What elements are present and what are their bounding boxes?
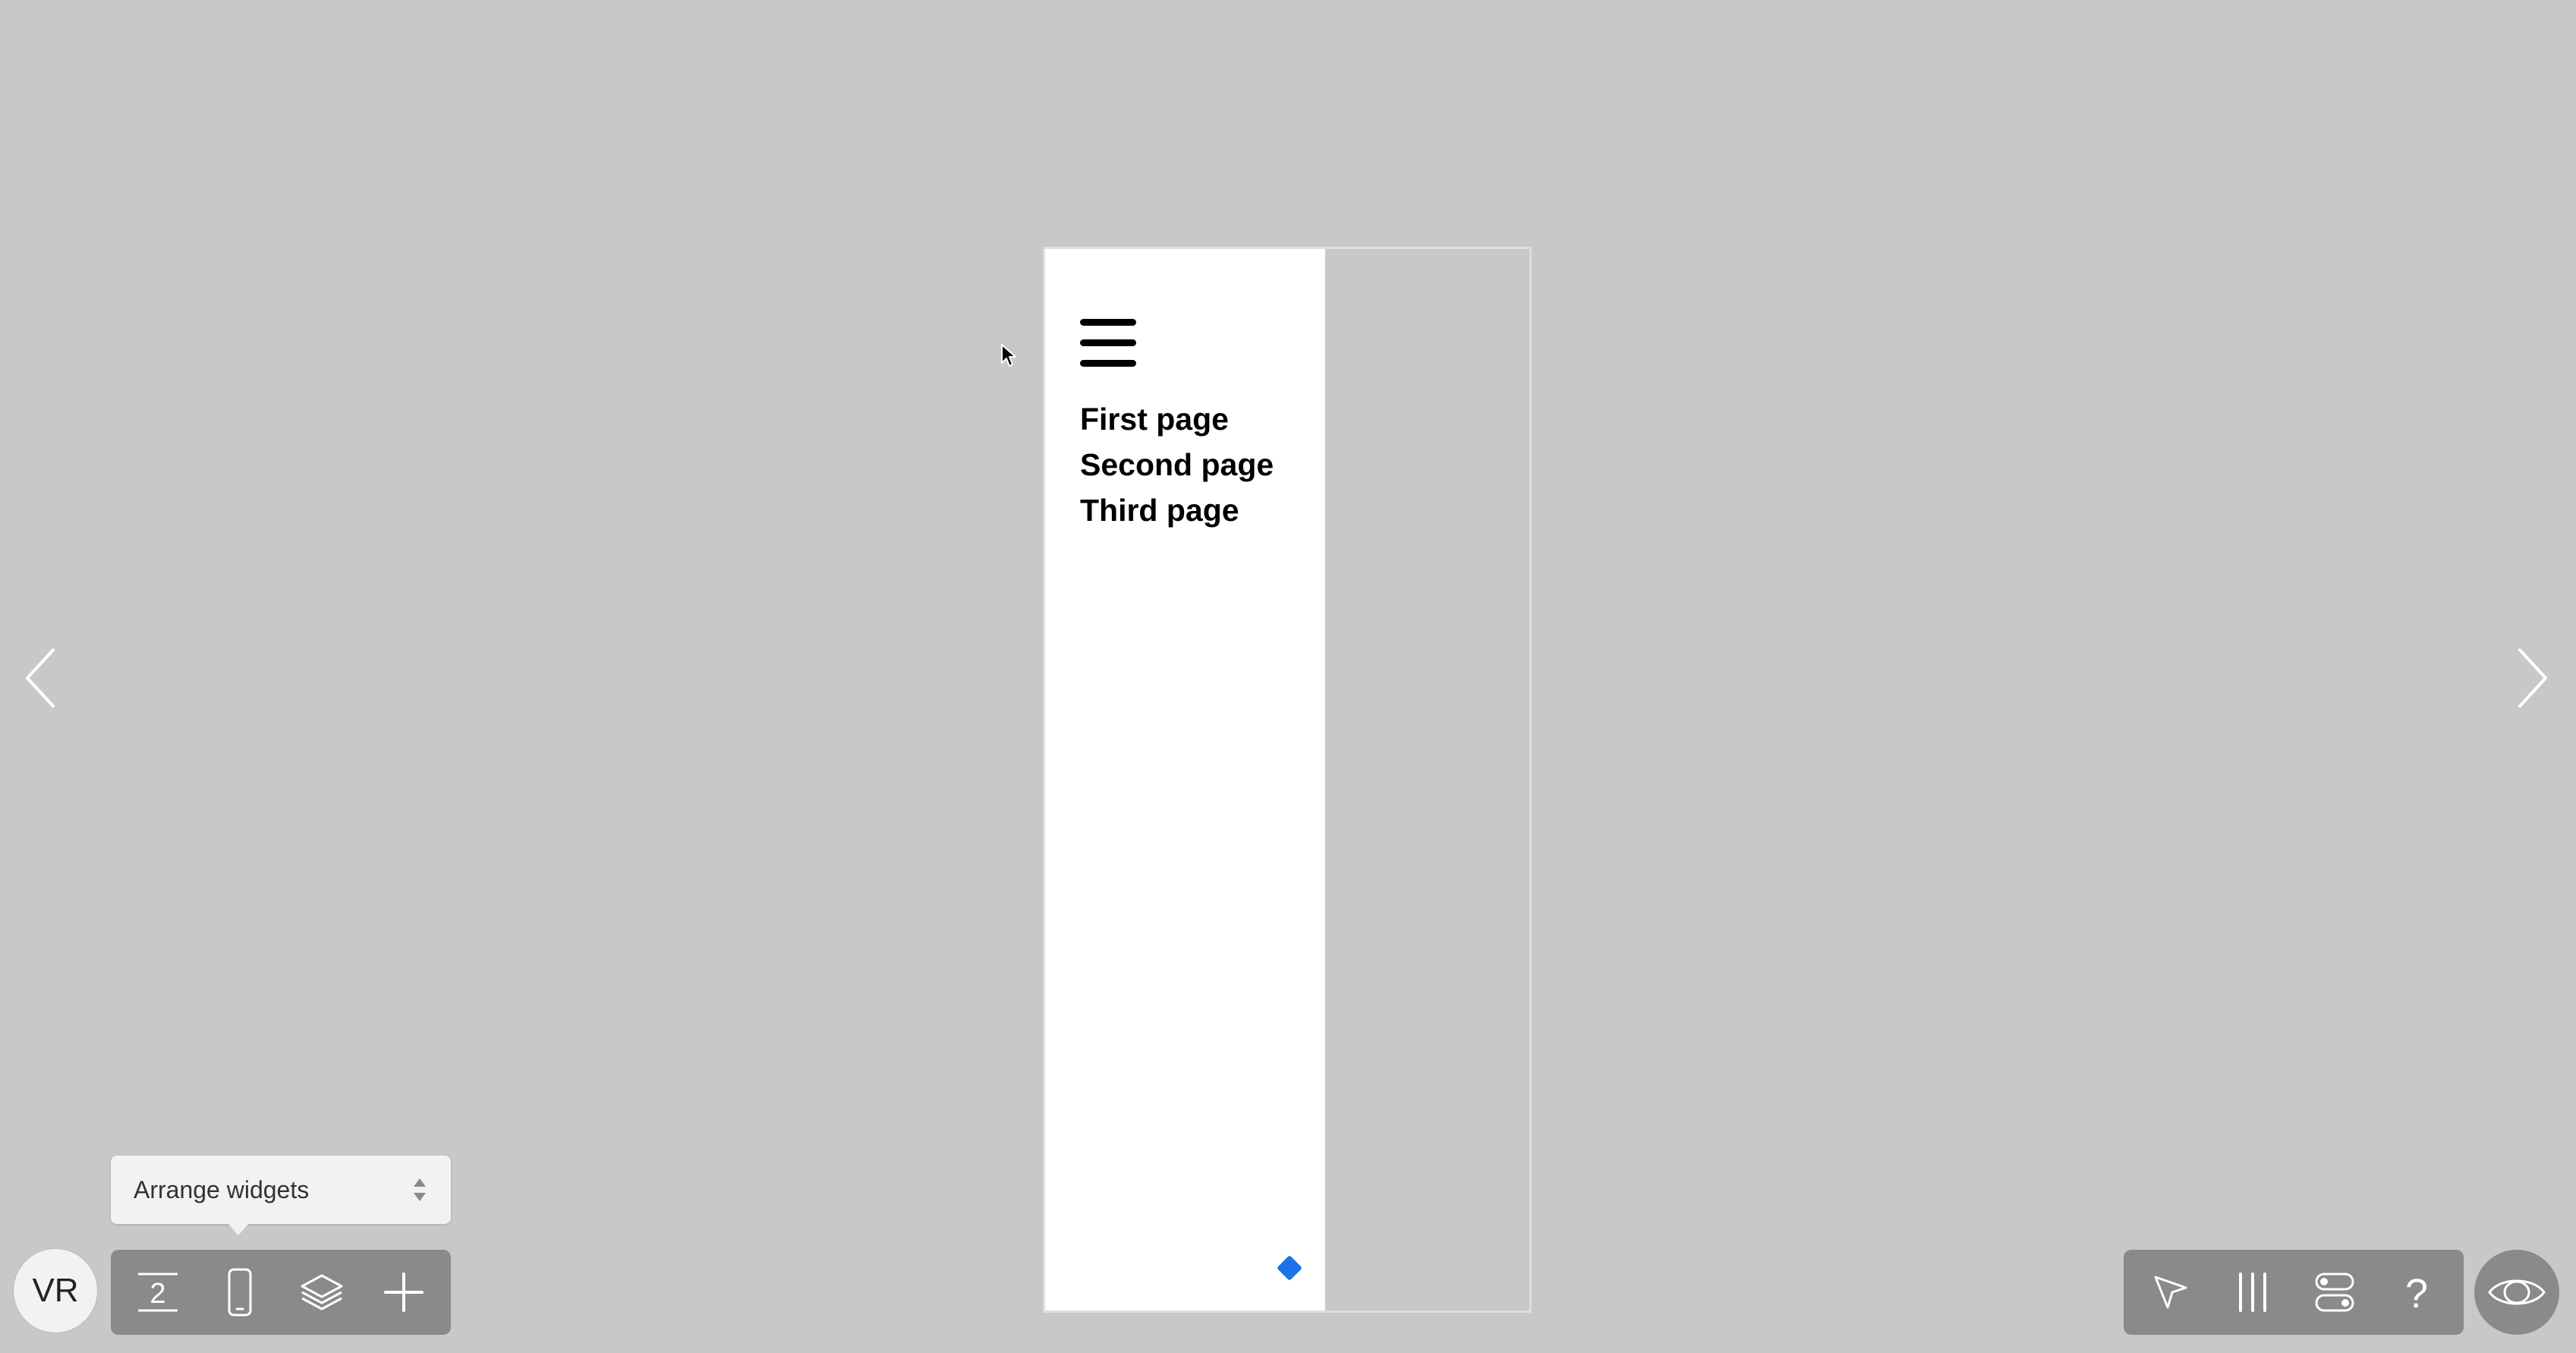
design-canvas[interactable]: First page Second page Third page Arrang… xyxy=(0,0,2576,1353)
layers-button[interactable] xyxy=(285,1256,358,1329)
toggles-icon xyxy=(2315,1273,2354,1312)
up-down-stepper-icon xyxy=(414,1178,426,1201)
columns-icon xyxy=(2239,1273,2266,1312)
preview-button[interactable] xyxy=(2474,1250,2559,1335)
drawer-menu-list: First page Second page Third page xyxy=(1080,396,1274,533)
menu-item-first-page[interactable]: First page xyxy=(1080,396,1274,442)
mouse-cursor-icon xyxy=(1001,344,1016,367)
chevron-left-icon xyxy=(26,648,55,708)
layers-icon xyxy=(301,1274,343,1310)
eye-icon xyxy=(2488,1279,2546,1305)
phone-device-icon xyxy=(228,1268,252,1317)
add-widget-button[interactable] xyxy=(367,1256,440,1329)
help-button[interactable]: ? xyxy=(2380,1256,2453,1329)
page-count-number: 2 xyxy=(150,1278,165,1310)
add-icon xyxy=(384,1273,424,1312)
chevron-right-icon xyxy=(2518,648,2547,708)
widget-anchor-handle[interactable] xyxy=(1277,1255,1302,1281)
popover-pointer xyxy=(228,1223,249,1235)
user-avatar[interactable]: VR xyxy=(14,1249,97,1332)
arrange-widgets-select[interactable]: Arrange widgets xyxy=(111,1156,451,1224)
arrange-widgets-label: Arrange widgets xyxy=(134,1175,310,1203)
left-toolbar: 2 xyxy=(111,1250,451,1335)
right-toolbar: ? xyxy=(2124,1250,2464,1335)
select-tool-button[interactable] xyxy=(2134,1256,2207,1329)
page-count-button[interactable]: 2 xyxy=(121,1256,194,1329)
next-screen-button[interactable] xyxy=(2512,645,2550,711)
help-glyph: ? xyxy=(2405,1271,2428,1315)
toggles-button[interactable] xyxy=(2298,1256,2371,1329)
device-preview-button[interactable] xyxy=(203,1256,276,1329)
help-icon: ? xyxy=(2405,1271,2428,1315)
menu-item-second-page[interactable]: Second page xyxy=(1080,442,1274,487)
select-pointer-icon xyxy=(2154,1276,2187,1309)
menu-item-third-page[interactable]: Third page xyxy=(1080,487,1274,533)
columns-button[interactable] xyxy=(2216,1256,2289,1329)
previous-screen-button[interactable] xyxy=(23,645,61,711)
phone-preview-frame[interactable]: First page Second page Third page xyxy=(1043,247,1532,1313)
page-count-icon: 2 xyxy=(138,1273,178,1312)
hamburger-menu-icon[interactable] xyxy=(1080,319,1136,367)
navigation-drawer: First page Second page Third page xyxy=(1045,249,1325,1310)
